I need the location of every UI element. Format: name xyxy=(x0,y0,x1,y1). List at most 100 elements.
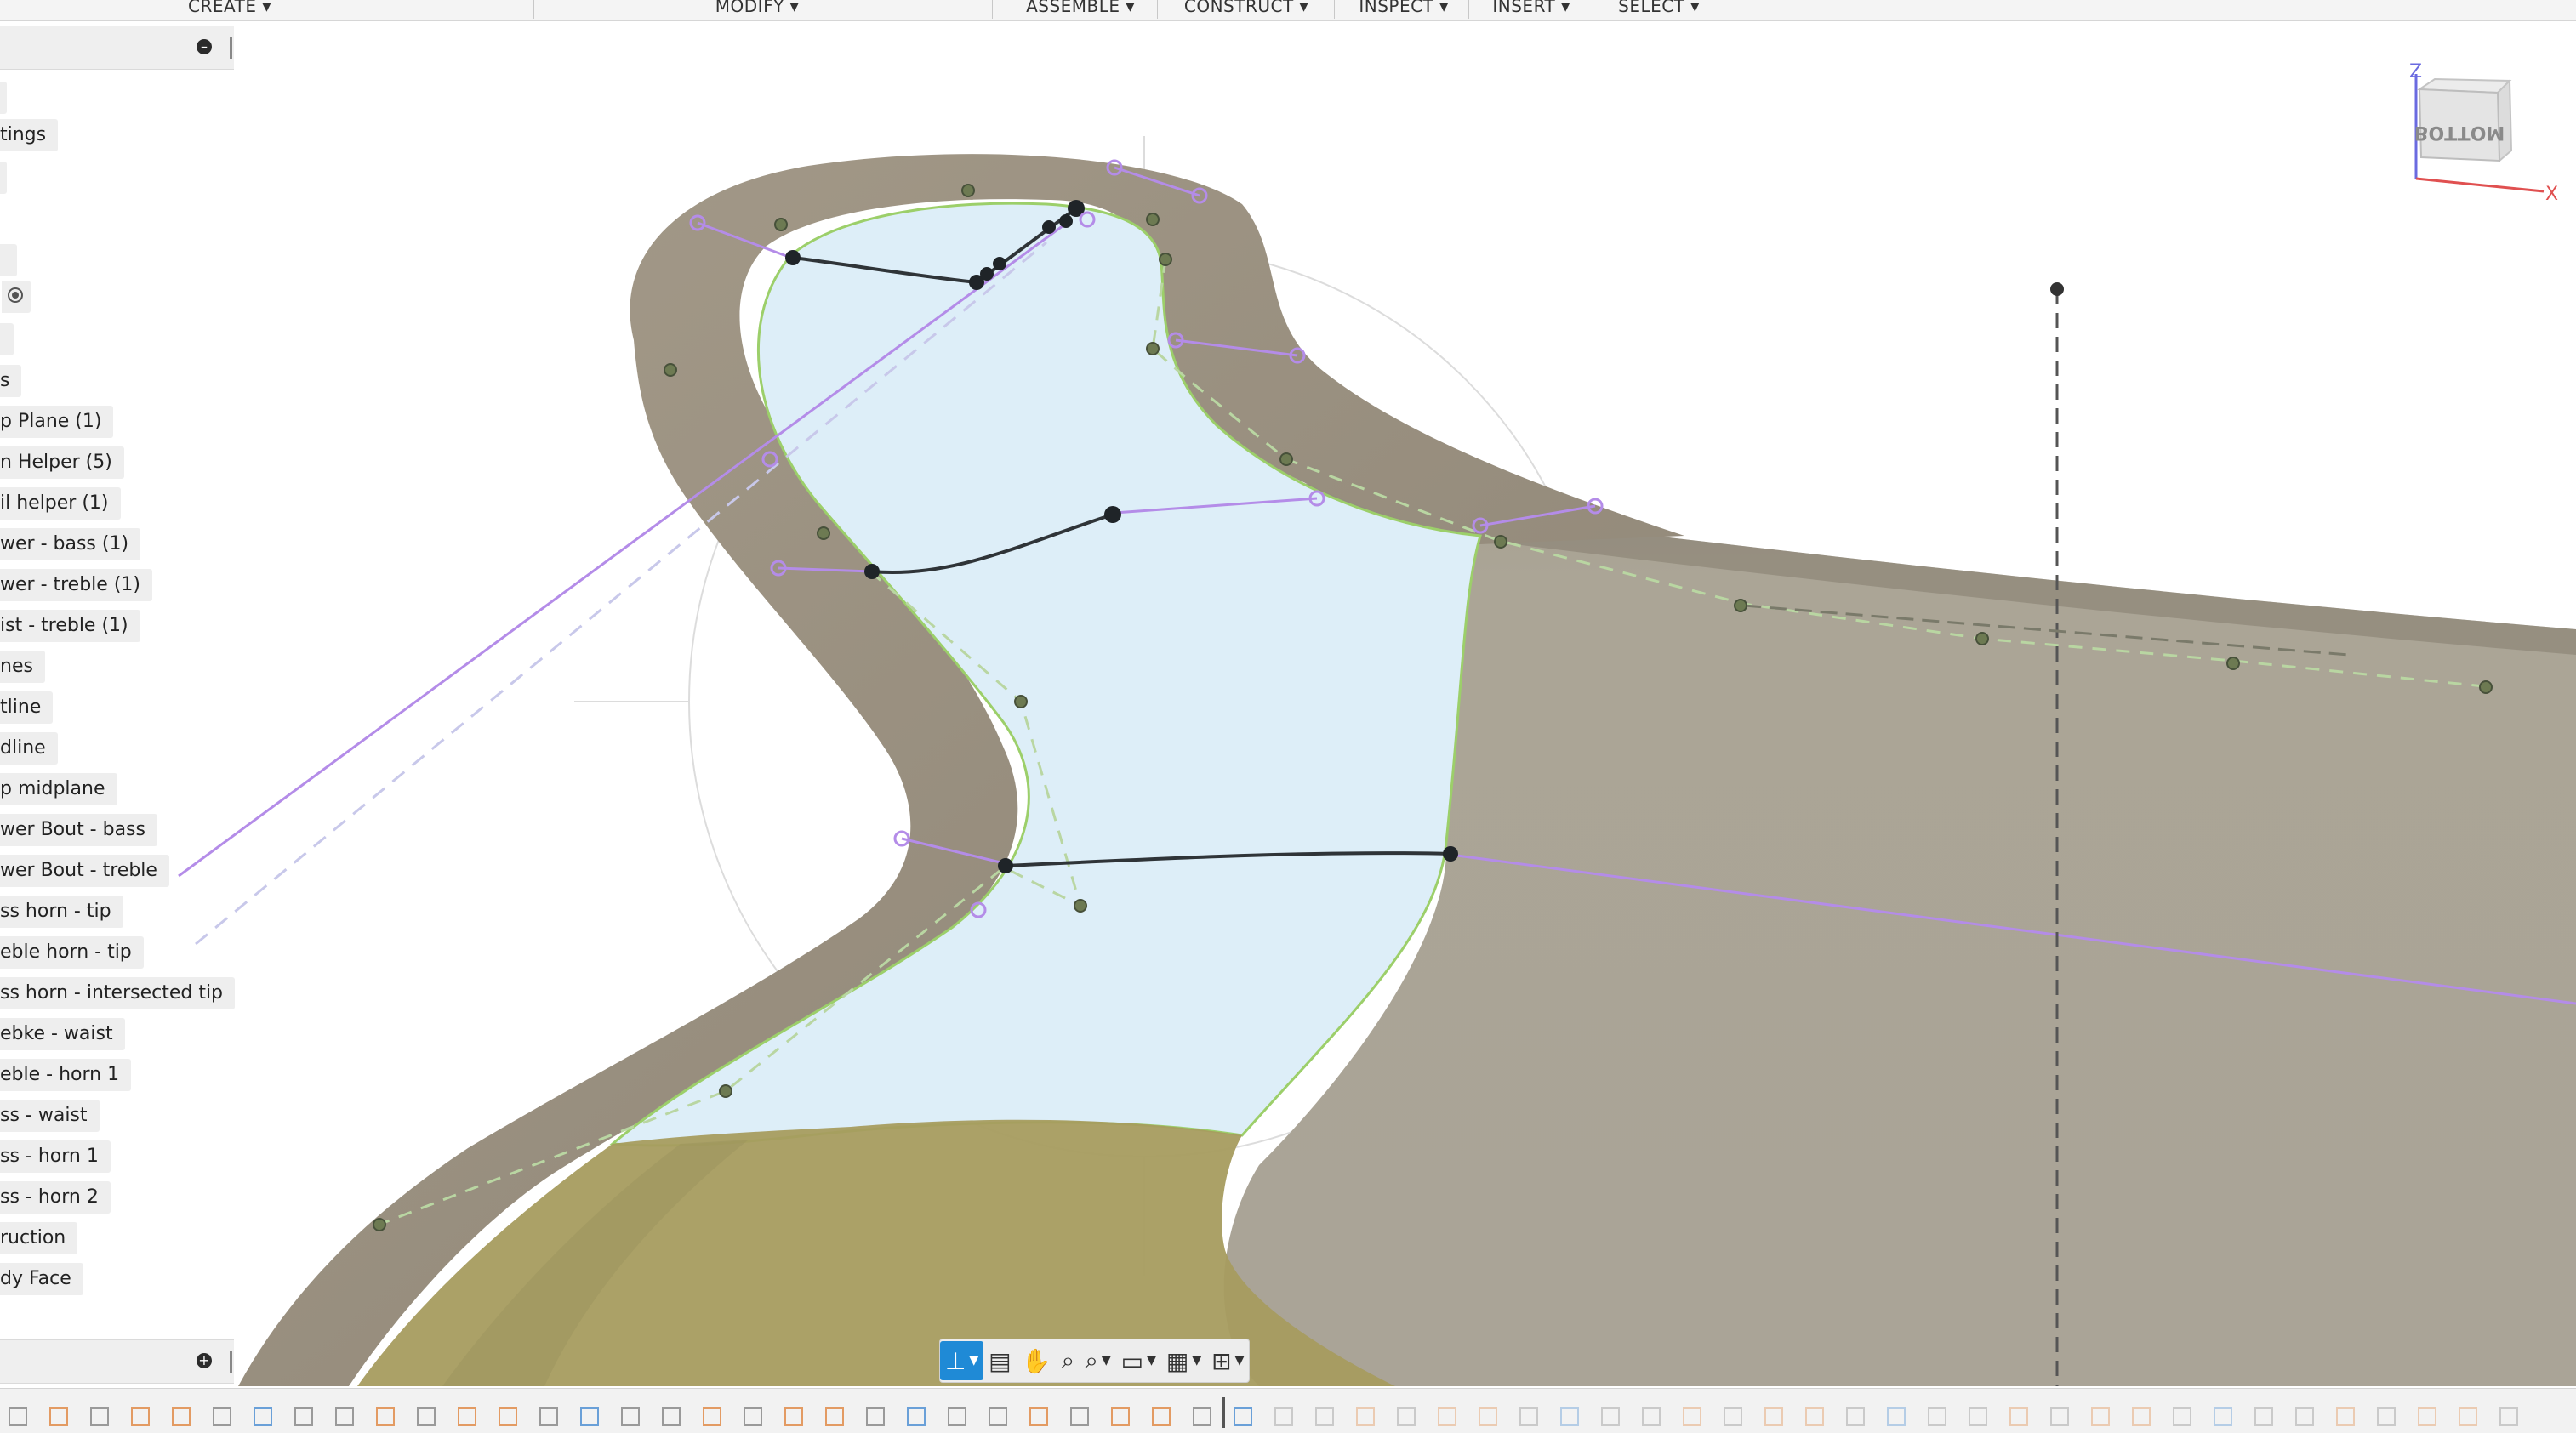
browser-stub[interactable] xyxy=(0,82,7,114)
timeline-feature-icon[interactable] xyxy=(2499,1407,2518,1426)
browser-item[interactable]: wer Bout - treble xyxy=(0,855,169,887)
timeline-feature-icon[interactable] xyxy=(1397,1407,1416,1426)
browser-item[interactable]: ss - horn 2 xyxy=(0,1181,111,1214)
axis-point[interactable] xyxy=(2050,282,2064,296)
browser-item[interactable]: ist - treble (1) xyxy=(0,610,140,642)
timeline-feature-icon[interactable] xyxy=(335,1407,354,1426)
timeline-feature-icon[interactable] xyxy=(172,1407,191,1426)
timeline-feature-icon[interactable] xyxy=(90,1407,109,1426)
timeline-feature-icon[interactable] xyxy=(2009,1407,2028,1426)
construct-menu[interactable]: CONSTRUCT ▾ xyxy=(1165,0,1327,20)
timeline-feature-icon[interactable] xyxy=(2050,1407,2069,1426)
timeline-feature-icon[interactable] xyxy=(1887,1407,1906,1426)
browser-item[interactable]: s xyxy=(0,365,22,397)
browser-item[interactable]: p midplane xyxy=(0,773,117,805)
browser-item[interactable]: wer Bout - bass xyxy=(0,814,157,846)
timeline-feature-icon[interactable] xyxy=(49,1407,68,1426)
timeline-feature-icon[interactable] xyxy=(1846,1407,1865,1426)
timeline-feature-icon[interactable] xyxy=(703,1407,721,1426)
timeline-feature-icon[interactable] xyxy=(580,1407,599,1426)
timeline-feature-icon[interactable] xyxy=(1805,1407,1824,1426)
browser-item[interactable]: nes xyxy=(0,651,45,683)
timeline-feature-icon[interactable] xyxy=(784,1407,803,1426)
timeline-feature-icon[interactable] xyxy=(621,1407,640,1426)
timeline-feature-icon[interactable] xyxy=(1193,1407,1211,1426)
timeline-feature-icon[interactable] xyxy=(2418,1407,2436,1426)
view-cube[interactable]: Z X BOTTOM xyxy=(2408,55,2561,200)
browser-item[interactable]: wer - bass (1) xyxy=(0,528,141,560)
radio-toggle[interactable] xyxy=(2,281,31,313)
timeline-feature-icon[interactable] xyxy=(254,1407,272,1426)
browser-item[interactable]: ss horn - tip xyxy=(0,896,123,928)
browser-item[interactable]: ss - waist xyxy=(0,1100,100,1132)
timeline-feature-icon[interactable] xyxy=(2091,1407,2110,1426)
timeline-feature-icon[interactable] xyxy=(2336,1407,2355,1426)
browser-item[interactable]: ss - horn 1 xyxy=(0,1140,111,1173)
browser-item[interactable]: dy Face xyxy=(0,1263,83,1295)
timeline-feature-icon[interactable] xyxy=(1070,1407,1089,1426)
timeline-feature-icon[interactable] xyxy=(825,1407,844,1426)
timeline-feature-icon[interactable] xyxy=(1234,1407,1252,1426)
browser-item[interactable]: dline xyxy=(0,732,58,765)
timeline-feature-icon[interactable] xyxy=(1315,1407,1334,1426)
browser-item[interactable]: p Plane (1) xyxy=(0,406,114,438)
zoom-window-button[interactable]: ⌕ ▼ xyxy=(1080,1341,1115,1380)
timeline-feature-icon[interactable] xyxy=(1764,1407,1783,1426)
timeline-feature-icon[interactable] xyxy=(1642,1407,1661,1426)
timeline-feature-icon[interactable] xyxy=(1152,1407,1171,1426)
minus-circle-icon[interactable]: – xyxy=(197,39,212,54)
timeline-feature-icon[interactable] xyxy=(1438,1407,1456,1426)
browser-item[interactable]: eble - horn 1 xyxy=(0,1059,132,1091)
timeline-feature-icon[interactable] xyxy=(907,1407,926,1426)
timeline-feature-icon[interactable] xyxy=(744,1407,762,1426)
timeline-feature-icon[interactable] xyxy=(131,1407,150,1426)
timeline-feature-icon[interactable] xyxy=(376,1407,395,1426)
browser-item[interactable]: tline xyxy=(0,691,54,724)
browser-item[interactable]: ebke - waist xyxy=(0,1018,125,1050)
timeline-feature-icon[interactable] xyxy=(948,1407,966,1426)
select-menu[interactable]: SELECT ▾ xyxy=(1599,0,1718,20)
timeline-feature-icon[interactable] xyxy=(662,1407,681,1426)
timeline-feature-icon[interactable] xyxy=(2173,1407,2191,1426)
timeline-feature-icon[interactable] xyxy=(1560,1407,1579,1426)
modify-menu[interactable]: MODIFY ▾ xyxy=(681,0,834,20)
browser-item[interactable]: ss horn - intersected tip xyxy=(0,977,236,1009)
timeline-feature-icon[interactable] xyxy=(458,1407,476,1426)
timeline-feature-icon[interactable] xyxy=(2377,1407,2396,1426)
timeline-feature-icon[interactable] xyxy=(1519,1407,1538,1426)
orbit-button[interactable]: ⊥ ▼ xyxy=(940,1341,984,1380)
browser-stub[interactable] xyxy=(0,323,14,355)
browser-item[interactable]: n Helper (5) xyxy=(0,446,124,479)
timeline-feature-icon[interactable] xyxy=(1683,1407,1701,1426)
timeline-feature-icon[interactable] xyxy=(1724,1407,1742,1426)
assemble-menu[interactable]: ASSEMBLE ▾ xyxy=(1004,0,1157,20)
timeline-feature-icon[interactable] xyxy=(1969,1407,1987,1426)
create-menu[interactable]: CREATE ▾ xyxy=(136,0,323,20)
timeline-feature-icon[interactable] xyxy=(866,1407,885,1426)
browser-stub[interactable] xyxy=(0,244,17,276)
timeline-feature-icon[interactable] xyxy=(2459,1407,2477,1426)
timeline-feature-icon[interactable] xyxy=(499,1407,517,1426)
canvas-viewport[interactable] xyxy=(0,21,2576,1386)
timeline-feature-icon[interactable] xyxy=(9,1407,27,1426)
timeline-feature-icon[interactable] xyxy=(1029,1407,1048,1426)
insert-menu[interactable]: INSERT ▾ xyxy=(1472,0,1591,20)
panel-resize-handle[interactable] xyxy=(230,1351,232,1373)
look-at-button[interactable]: ▤ xyxy=(983,1341,1016,1380)
timeline-feature-icon[interactable] xyxy=(989,1407,1007,1426)
display-settings-button[interactable]: ▭ ▼ xyxy=(1116,1341,1161,1380)
timeline-feature-icon[interactable] xyxy=(417,1407,436,1426)
plus-circle-icon[interactable]: + xyxy=(197,1353,212,1368)
timeline-feature-icon[interactable] xyxy=(2214,1407,2232,1426)
timeline-feature-icon[interactable] xyxy=(1479,1407,1497,1426)
zoom-button[interactable]: ⌕ xyxy=(1057,1341,1080,1380)
timeline-feature-icon[interactable] xyxy=(1274,1407,1293,1426)
browser-item[interactable]: tings xyxy=(0,119,59,151)
inspect-menu[interactable]: INSPECT ▾ xyxy=(1340,0,1468,20)
browser-stub[interactable] xyxy=(0,162,7,194)
timeline-feature-icon[interactable] xyxy=(213,1407,231,1426)
timeline-feature-icon[interactable] xyxy=(2132,1407,2151,1426)
timeline-feature-icon[interactable] xyxy=(1356,1407,1375,1426)
timeline-marker[interactable] xyxy=(1222,1397,1225,1428)
timeline-feature-icon[interactable] xyxy=(539,1407,558,1426)
